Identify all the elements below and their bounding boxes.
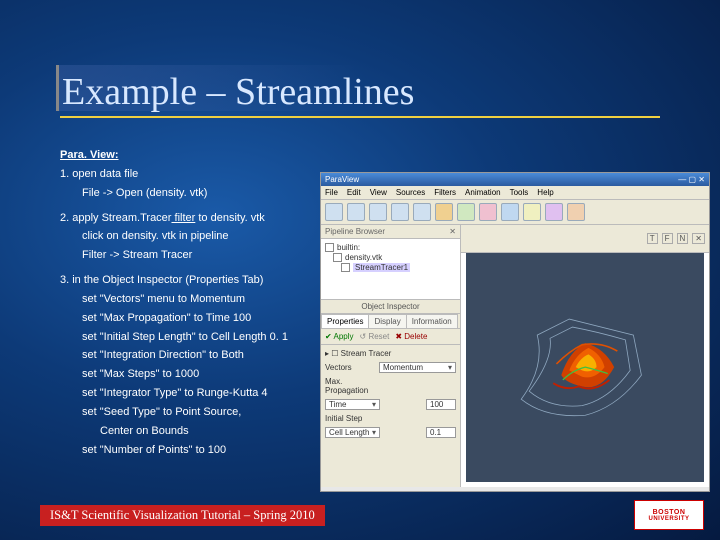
window-title: ParaView — [325, 175, 359, 184]
vectors-select[interactable]: Momentum▾ — [379, 362, 456, 373]
maxprop-input[interactable]: 100 — [426, 399, 456, 410]
pipeline-item-density[interactable]: density.vtk — [333, 253, 456, 262]
stream-tracer-check[interactable]: ▸ ☐ Stream Tracer — [325, 349, 456, 358]
stream-icon[interactable] — [567, 203, 585, 221]
pipeline-item-builtin[interactable]: builtin: — [325, 243, 456, 252]
eye-icon[interactable] — [333, 253, 342, 262]
f-button[interactable]: F — [662, 233, 673, 244]
boston-university-logo: BOSTON UNIVERSITY — [634, 500, 704, 530]
delete-button[interactable]: ✖ Delete — [395, 332, 427, 341]
inspector-form: ▸ ☐ Stream Tracer Vectors Momentum▾ Max.… — [321, 345, 460, 487]
toolbar[interactable] — [321, 200, 709, 225]
tab-display[interactable]: Display — [368, 314, 406, 328]
menu-view[interactable]: View — [370, 188, 387, 197]
inspector-tabs[interactable]: Properties Display Information — [321, 314, 460, 329]
paraview-window: ParaView — ▢ ✕ File Edit View Sources Fi… — [320, 172, 710, 492]
chevron-down-icon: ▾ — [372, 400, 376, 409]
render-view[interactable] — [466, 253, 704, 482]
chevron-down-icon: ▾ — [372, 428, 376, 437]
menubar[interactable]: File Edit View Sources Filters Animation… — [321, 186, 709, 200]
menu-edit[interactable]: Edit — [347, 188, 361, 197]
render-panel: T F N ✕ — [461, 225, 709, 487]
tab-properties[interactable]: Properties — [321, 314, 369, 328]
open-icon[interactable] — [325, 203, 343, 221]
close-icon[interactable]: ✕ — [449, 227, 456, 236]
pipeline-browser[interactable]: builtin: density.vtk StreamTracer1 — [321, 239, 460, 299]
eye-icon[interactable] — [341, 263, 350, 272]
maxprop-row: Max. Propagation — [325, 377, 456, 395]
pipeline-item-streamtracer[interactable]: StreamTracer1 — [341, 263, 456, 272]
render-toolbar[interactable]: T F N ✕ — [461, 225, 709, 253]
slide-title: Example – Streamlines — [62, 70, 660, 114]
chevron-down-icon: ▾ — [448, 363, 452, 372]
subheading: Para. View: — [60, 148, 390, 163]
step-2-mid: filter — [171, 212, 195, 224]
streamlines-visualization — [502, 287, 669, 447]
initstep-input[interactable]: 0.1 — [426, 427, 456, 438]
slice-icon[interactable] — [501, 203, 519, 221]
calculator-icon[interactable] — [435, 203, 453, 221]
step-2-post: to density. vtk — [195, 212, 265, 224]
maxprop-label: Max. Propagation — [325, 377, 375, 395]
initstep-label: Initial Step — [325, 414, 375, 423]
initstep-select[interactable]: Cell Length▾ — [325, 427, 380, 438]
cube-icon — [325, 243, 334, 252]
t-button[interactable]: T — [647, 233, 658, 244]
inspector-header: Object Inspector — [321, 299, 460, 314]
left-panel: Pipeline Browser ✕ builtin: density.vtk … — [321, 225, 461, 487]
step-2-pre: 2. apply Stream.Tracer — [60, 212, 171, 224]
logo-line2: UNIVERSITY — [648, 516, 689, 522]
vectors-row: Vectors Momentum▾ — [325, 362, 456, 373]
reset-button[interactable]: ↺ Reset — [360, 332, 390, 341]
menu-animation[interactable]: Animation — [465, 188, 501, 197]
menu-tools[interactable]: Tools — [510, 188, 529, 197]
apply-button[interactable]: ✔ Apply — [325, 332, 354, 341]
undo-icon[interactable] — [391, 203, 409, 221]
maxprop-row-2: Time▾ 100 — [325, 399, 456, 410]
maxprop-select[interactable]: Time▾ — [325, 399, 380, 410]
inspector-buttons: ✔ Apply ↺ Reset ✖ Delete — [321, 329, 460, 345]
menu-file[interactable]: File — [325, 188, 338, 197]
menu-filters[interactable]: Filters — [434, 188, 456, 197]
footer: IS&T Scientific Visualization Tutorial –… — [40, 505, 325, 526]
close-icon[interactable]: ✕ — [692, 233, 705, 244]
n-button[interactable]: N — [677, 233, 689, 244]
connect-icon[interactable] — [369, 203, 387, 221]
glyph-icon[interactable] — [545, 203, 563, 221]
menu-sources[interactable]: Sources — [396, 188, 425, 197]
menu-help[interactable]: Help — [537, 188, 553, 197]
tab-information[interactable]: Information — [406, 314, 458, 328]
window-body: Pipeline Browser ✕ builtin: density.vtk … — [321, 225, 709, 487]
pipeline-header: Pipeline Browser ✕ — [321, 225, 460, 239]
clip-icon[interactable] — [479, 203, 497, 221]
logo-line1: BOSTON — [653, 509, 686, 516]
save-icon[interactable] — [347, 203, 365, 221]
redo-icon[interactable] — [413, 203, 431, 221]
initstep-row: Initial Step — [325, 414, 456, 423]
title-bar: Example – Streamlines — [60, 70, 660, 118]
contour-icon[interactable] — [457, 203, 475, 221]
initstep-row-2: Cell Length▾ 0.1 — [325, 427, 456, 438]
pipeline-title: Pipeline Browser — [325, 227, 385, 236]
window-titlebar: ParaView — ▢ ✕ — [321, 173, 709, 186]
threshold-icon[interactable] — [523, 203, 541, 221]
window-controls[interactable]: — ▢ ✕ — [678, 175, 705, 184]
vectors-label: Vectors — [325, 363, 375, 372]
